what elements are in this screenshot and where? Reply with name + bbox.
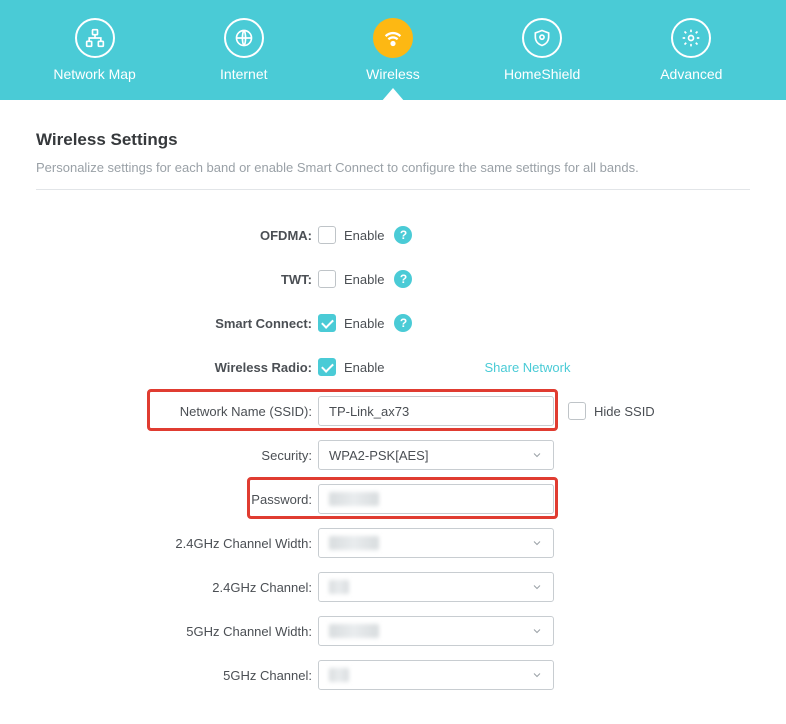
row-ssid: Network Name (SSID): Hide SSID [36, 396, 750, 426]
password-value [329, 492, 379, 506]
wireless-radio-label: Wireless Radio: [36, 360, 318, 375]
nav-homeshield[interactable]: HomeShield [482, 18, 602, 82]
chevron-down-icon [531, 669, 543, 681]
smart-connect-label: Smart Connect: [36, 316, 318, 331]
nav-label: Network Map [53, 66, 135, 82]
nav-wireless[interactable]: Wireless [333, 18, 453, 82]
row-5-ch: 5GHz Channel: [36, 660, 750, 690]
smart-connect-checkbox[interactable] [318, 314, 336, 332]
row-ofdma: OFDMA: Enable ? [36, 220, 750, 250]
network-map-icon [75, 18, 115, 58]
ch-5-value [329, 668, 349, 682]
help-icon[interactable]: ? [394, 314, 412, 332]
row-twt: TWT: Enable ? [36, 264, 750, 294]
gear-icon [671, 18, 711, 58]
help-icon[interactable]: ? [394, 226, 412, 244]
globe-icon [224, 18, 264, 58]
content: Wireless Settings Personalize settings f… [0, 100, 786, 724]
ch-24-select[interactable] [318, 572, 554, 602]
row-24-ch: 2.4GHz Channel: [36, 572, 750, 602]
row-wireless-radio: Wireless Radio: Enable Share Network [36, 352, 750, 382]
ssid-label: Network Name (SSID): [36, 404, 318, 419]
chevron-down-icon [531, 581, 543, 593]
ofdma-label: OFDMA: [36, 228, 318, 243]
nav-network-map[interactable]: Network Map [35, 18, 155, 82]
ch-5-select[interactable] [318, 660, 554, 690]
nav-internet[interactable]: Internet [184, 18, 304, 82]
chevron-down-icon [531, 537, 543, 549]
top-nav: Network Map Internet Wireless HomeShield… [0, 0, 786, 100]
ssid-input[interactable] [318, 396, 554, 426]
chevron-down-icon [531, 625, 543, 637]
help-icon[interactable]: ? [394, 270, 412, 288]
row-smart-connect: Smart Connect: Enable ? [36, 308, 750, 338]
password-label: Password: [36, 492, 318, 507]
row-security: Security: WPA2-PSK[AES] [36, 440, 750, 470]
ch-width-24-value [329, 536, 379, 550]
wifi-icon [373, 18, 413, 58]
enable-label: Enable [344, 360, 384, 375]
security-select[interactable]: WPA2-PSK[AES] [318, 440, 554, 470]
security-label: Security: [36, 448, 318, 463]
chevron-down-icon [531, 449, 543, 461]
ch-width-5-value [329, 624, 379, 638]
nav-label: Internet [220, 66, 267, 82]
shield-icon [522, 18, 562, 58]
nav-advanced[interactable]: Advanced [631, 18, 751, 82]
twt-checkbox[interactable] [318, 270, 336, 288]
hide-ssid-label: Hide SSID [594, 404, 655, 419]
ch-width-24-select[interactable] [318, 528, 554, 558]
nav-label: HomeShield [504, 66, 580, 82]
wireless-radio-checkbox[interactable] [318, 358, 336, 376]
ch-24-value [329, 580, 349, 594]
hide-ssid-checkbox[interactable] [568, 402, 586, 420]
share-network-link[interactable]: Share Network [484, 360, 570, 375]
enable-label: Enable [344, 228, 384, 243]
ch-width-24-label: 2.4GHz Channel Width: [36, 536, 318, 551]
ch-width-5-select[interactable] [318, 616, 554, 646]
enable-label: Enable [344, 316, 384, 331]
nav-label: Wireless [366, 66, 420, 82]
page-description: Personalize settings for each band or en… [36, 160, 750, 190]
row-password: Password: [36, 484, 750, 514]
password-input[interactable] [318, 484, 554, 514]
enable-label: Enable [344, 272, 384, 287]
nav-label: Advanced [660, 66, 722, 82]
page-title: Wireless Settings [36, 130, 750, 150]
row-5-width: 5GHz Channel Width: [36, 616, 750, 646]
security-value: WPA2-PSK[AES] [329, 448, 428, 463]
ch-width-5-label: 5GHz Channel Width: [36, 624, 318, 639]
row-24-width: 2.4GHz Channel Width: [36, 528, 750, 558]
ofdma-checkbox[interactable] [318, 226, 336, 244]
ch-24-label: 2.4GHz Channel: [36, 580, 318, 595]
twt-label: TWT: [36, 272, 318, 287]
